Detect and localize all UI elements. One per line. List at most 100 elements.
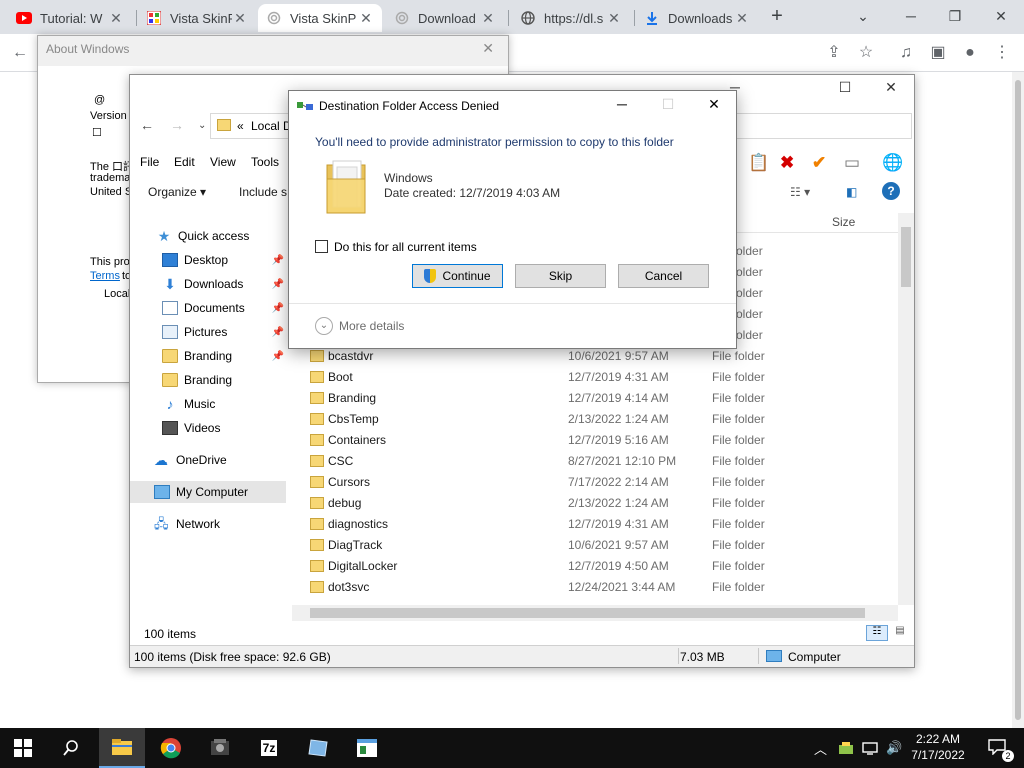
network-icon[interactable] <box>862 728 878 768</box>
apply-all-label[interactable]: Do this for all current items <box>334 240 477 254</box>
nav-videos[interactable]: Videos <box>130 417 286 439</box>
file-row[interactable]: Cursors 7/17/2022 2:14 AM File folder <box>302 472 892 493</box>
close-button[interactable]: ✕ <box>699 96 729 113</box>
file-list-vertical-scrollbar[interactable] <box>898 213 914 605</box>
taskbar-clock[interactable]: 2:22 AM 7/17/2022 <box>906 731 970 763</box>
page-scrollbar[interactable] <box>1012 72 1024 728</box>
taskbar-file-explorer[interactable] <box>99 728 145 768</box>
file-row[interactable]: diagnostics 12/7/2019 4:31 AM File folde… <box>302 514 892 535</box>
more-details-toggle[interactable]: ⌄ More details <box>315 317 404 335</box>
taskbar-7zip[interactable]: 7z <box>246 728 292 768</box>
file-row[interactable]: Containers 12/7/2019 5:16 AM File folder <box>302 430 892 451</box>
nav-desktop[interactable]: Desktop 📌 <box>130 249 286 271</box>
preview-pane-icon[interactable]: ◧ <box>846 185 857 199</box>
nav-pictures[interactable]: Pictures 📌 <box>130 321 286 343</box>
scrollbar-thumb[interactable] <box>901 227 911 287</box>
file-row[interactable]: DigitalLocker 12/7/2019 4:50 AM File fol… <box>302 556 892 577</box>
back-icon[interactable]: ← <box>8 41 32 65</box>
close-button[interactable]: ✕ <box>876 79 906 96</box>
profile-avatar-icon[interactable]: ● <box>958 41 982 65</box>
minimize-button[interactable]: ─ <box>896 4 926 28</box>
menu-edit[interactable]: Edit <box>174 155 195 169</box>
tab-search-icon[interactable]: ⌄ <box>848 4 878 28</box>
share-icon[interactable]: ⇪ <box>822 41 846 65</box>
nav-music[interactable]: ♪ Music <box>130 393 286 415</box>
nav-quick-access[interactable]: ★ Quick access <box>130 225 286 247</box>
organize-button[interactable]: Organize ▾ <box>148 185 206 199</box>
taskbar-app-3[interactable] <box>344 728 390 768</box>
close-tab-icon[interactable]: ✕ <box>108 10 124 27</box>
close-icon[interactable]: ✕ <box>482 40 494 57</box>
file-row[interactable]: CbsTemp 2/13/2022 1:24 AM File folder <box>302 409 892 430</box>
nav-my-computer[interactable]: My Computer <box>130 481 286 503</box>
file-row[interactable]: CSC 8/27/2021 12:10 PM File folder <box>302 451 892 472</box>
help-icon[interactable]: ? <box>882 182 900 200</box>
skip-button[interactable]: Skip <box>515 264 606 288</box>
nav-onedrive[interactable]: ☁ OneDrive <box>130 449 286 471</box>
clipboard-icon[interactable]: 📋 <box>748 153 769 173</box>
restore-button[interactable]: ❐ <box>940 4 970 28</box>
tab-vista-skinpack-2[interactable]: Vista SkinP ✕ <box>258 4 382 32</box>
close-tab-icon[interactable]: ✕ <box>480 10 496 27</box>
nav-branding-pinned[interactable]: Branding 📌 <box>130 345 286 367</box>
tray-app-icon[interactable] <box>838 728 854 768</box>
page-scrollbar-thumb[interactable] <box>1015 80 1021 720</box>
delete-x-icon[interactable]: ✖ <box>780 153 794 173</box>
tab-dl-url[interactable]: https://dl.s ✕ <box>512 4 630 32</box>
tray-overflow-icon[interactable]: ︿ <box>814 728 827 768</box>
start-button[interactable] <box>0 728 46 768</box>
menu-file[interactable]: File <box>140 155 159 169</box>
address-crumb[interactable]: Local D <box>251 119 292 133</box>
view-options-icon[interactable]: ☷ ▾ <box>790 185 810 199</box>
nav-network[interactable]: 🖧 Network <box>130 513 286 535</box>
taskbar-app[interactable] <box>197 728 243 768</box>
cancel-button[interactable]: Cancel <box>618 264 709 288</box>
side-panel-icon[interactable]: ▣ <box>926 41 950 65</box>
menu-view[interactable]: View <box>210 155 236 169</box>
more-menu-icon[interactable]: ⋮ <box>990 41 1014 65</box>
nav-downloads[interactable]: ⬇ Downloads 📌 <box>130 273 286 295</box>
tab-tutorial[interactable]: Tutorial: W ✕ <box>8 4 132 32</box>
close-window-button[interactable]: ✕ <box>986 4 1016 28</box>
menu-tools[interactable]: Tools <box>251 155 279 169</box>
notification-center-button[interactable]: 2 <box>982 728 1014 768</box>
terms-link[interactable]: Terms <box>90 270 120 282</box>
maximize-button[interactable]: ☐ <box>830 79 860 96</box>
continue-button[interactable]: Continue <box>412 264 503 288</box>
details-view-icon[interactable]: ☷ <box>866 625 888 641</box>
file-row[interactable]: debug 2/13/2022 1:24 AM File folder <box>302 493 892 514</box>
volume-icon[interactable]: 🔊 <box>886 728 902 768</box>
include-button[interactable]: Include s <box>239 185 287 199</box>
taskbar-chrome[interactable] <box>148 728 194 768</box>
close-tab-icon[interactable]: ✕ <box>606 10 622 27</box>
large-icons-view-icon[interactable]: ▤ <box>890 625 910 641</box>
checkmark-icon[interactable]: ✔ <box>812 153 826 173</box>
tab-vista-skinpack-1[interactable]: Vista SkinP ✕ <box>138 4 256 32</box>
properties-icon[interactable]: ▭ <box>844 153 860 173</box>
tab-downloads[interactable]: Downloads ✕ <box>636 4 758 32</box>
bookmark-star-icon[interactable]: ☆ <box>854 41 878 65</box>
new-tab-button[interactable]: + <box>766 6 788 28</box>
forward-icon[interactable]: → <box>170 117 184 133</box>
nav-branding[interactable]: Branding <box>130 369 286 391</box>
search-button[interactable] <box>48 728 94 768</box>
globe-icon[interactable]: 🌐 <box>882 153 903 173</box>
close-tab-icon[interactable]: ✕ <box>232 10 248 27</box>
apply-all-checkbox[interactable] <box>315 240 328 253</box>
minimize-button[interactable]: ─ <box>607 96 637 112</box>
back-icon[interactable]: ← <box>140 117 154 133</box>
file-row[interactable]: Branding 12/7/2019 4:14 AM File folder <box>302 388 892 409</box>
media-control-icon[interactable]: ♫ <box>894 41 918 65</box>
file-row[interactable]: bcastdvr 10/6/2021 9:57 AM File folder <box>302 346 892 367</box>
file-row[interactable]: dot3svc 12/24/2021 3:44 AM File folder <box>302 577 892 598</box>
close-tab-icon[interactable]: ✕ <box>358 10 374 27</box>
nav-documents[interactable]: Documents 📌 <box>130 297 286 319</box>
file-list-horizontal-scrollbar[interactable] <box>292 605 898 621</box>
file-row[interactable]: Boot 12/7/2019 4:31 AM File folder <box>302 367 892 388</box>
close-tab-icon[interactable]: ✕ <box>734 10 750 27</box>
scrollbar-thumb[interactable] <box>310 608 865 618</box>
file-row[interactable]: DiagTrack 10/6/2021 9:57 AM File folder <box>302 535 892 556</box>
column-size[interactable]: Size <box>832 215 855 229</box>
tab-download[interactable]: Download ✕ <box>386 4 504 32</box>
taskbar-app-2[interactable] <box>295 728 341 768</box>
